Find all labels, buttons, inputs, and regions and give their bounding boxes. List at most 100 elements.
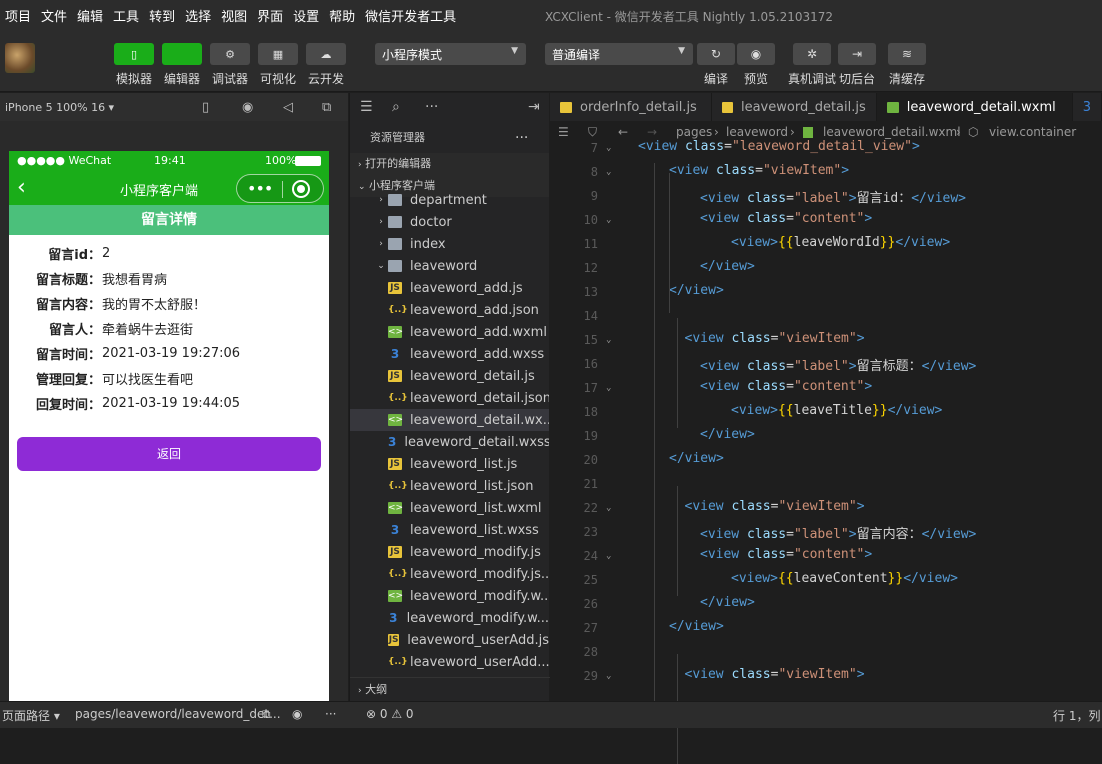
file-item[interactable]: JS leaveword_add.js — [350, 277, 549, 299]
forward-icon[interactable]: → — [647, 125, 657, 139]
back-icon[interactable]: ← — [618, 125, 628, 139]
project-avatar[interactable] — [5, 43, 35, 73]
back-button[interactable]: 返回 — [17, 437, 321, 471]
breadcrumb-symbol[interactable]: view.container — [989, 125, 1076, 139]
problems-indicator[interactable]: ⊗ 0 ⚠ 0 — [366, 707, 414, 721]
outline-section[interactable]: › 大纲 — [350, 677, 550, 701]
editor-tab[interactable]: leaveword_detail.wxml — [876, 93, 1073, 121]
code-token: </view> — [700, 259, 755, 274]
file-item[interactable]: JS leaveword_userAdd.js — [350, 629, 549, 651]
more-icon[interactable]: ··· — [325, 707, 336, 721]
code-line: <view class="viewItem"> — [685, 331, 865, 346]
menu-item[interactable]: 微信开发者工具 — [360, 6, 461, 25]
fold-chevron-icon[interactable]: ⌄ — [606, 671, 611, 681]
menu-item[interactable]: 视图 — [216, 6, 252, 25]
file-item[interactable]: <> leaveword_list.wxml — [350, 497, 549, 519]
phone-icon[interactable]: ▯ — [202, 100, 209, 115]
editor-tab[interactable]: orderInfo_detail.js — [550, 93, 712, 121]
code-toolbar-button[interactable]: 编辑器 — [162, 43, 202, 87]
file-item[interactable]: 3 leaveword_list.wxss — [350, 519, 549, 541]
file-item[interactable]: {..} leaveword_userAdd.... — [350, 651, 549, 673]
popout-icon[interactable]: ⧉ — [322, 100, 331, 115]
copy-icon[interactable]: ⧉ — [262, 707, 271, 722]
fold-chevron-icon[interactable]: ⌄ — [606, 215, 611, 225]
record-icon[interactable]: ◉ — [242, 100, 253, 115]
line-number: 21 — [583, 477, 598, 491]
file-item[interactable]: <> leaveword_detail.wx... — [350, 409, 549, 431]
wxss-file-icon[interactable]: 3 — [1073, 93, 1102, 121]
file-name: leaveword_detail.wxss — [404, 434, 549, 450]
search-icon[interactable]: ⌕ — [392, 99, 400, 115]
folder-item[interactable]: › doctor — [350, 211, 549, 233]
page-path-label[interactable]: 页面路径 ▾ — [2, 707, 60, 724]
menu-item[interactable]: 转到 — [144, 6, 180, 25]
close-circle-icon[interactable] — [292, 180, 310, 198]
file-item[interactable]: 3 leaveword_modify.w... — [350, 607, 549, 629]
collapse-icon[interactable]: ⇥ — [528, 99, 540, 115]
volume-icon[interactable]: ◁ — [283, 100, 293, 115]
editor-tab[interactable]: leaveword_detail.js — [712, 93, 877, 121]
file-item[interactable]: {..} leaveword_detail.json — [350, 387, 549, 409]
folder-item[interactable]: › index — [350, 233, 549, 255]
more-dots-icon[interactable]: ••• — [247, 179, 273, 198]
bug-toolbar-button[interactable]: ✲ 真机调试 — [788, 43, 836, 87]
file-item[interactable]: <> leaveword_modify.w... — [350, 585, 549, 607]
cloud-toolbar-button[interactable]: ☁ 云开发 — [306, 43, 346, 87]
code-token: }} — [887, 571, 904, 586]
explorer-more-icon[interactable]: ··· — [515, 123, 528, 153]
eye-icon[interactable]: ◉ — [292, 707, 302, 721]
menu-item[interactable]: 文件 — [36, 6, 72, 25]
file-item[interactable]: JS leaveword_detail.js — [350, 365, 549, 387]
breadcrumb-sep: › — [956, 125, 961, 139]
file-item[interactable]: JS leaveword_modify.js — [350, 541, 549, 563]
code-token: }} — [879, 235, 896, 250]
fold-chevron-icon[interactable]: ⌄ — [606, 143, 611, 153]
eye-toolbar-button[interactable]: ◉ 预览 — [737, 43, 775, 87]
open-editors-section[interactable]: › 打开的编辑器 — [350, 153, 549, 175]
file-item[interactable]: {..} leaveword_add.json — [350, 299, 549, 321]
code-token: leaveWordId — [793, 235, 880, 250]
menu-item[interactable]: 项目 — [0, 6, 36, 25]
list-icon[interactable]: ☰ — [558, 125, 569, 139]
menu-item[interactable]: 工具 — [108, 6, 144, 25]
bookmark-icon[interactable]: ⛉ — [588, 125, 597, 140]
menu-capsule[interactable]: ••• — [236, 174, 324, 203]
code-token: = — [786, 191, 794, 206]
breadcrumb-pages[interactable]: pages — [676, 125, 712, 139]
code-line: <view class="content"> — [700, 379, 872, 394]
refresh-toolbar-button[interactable]: ↻ 编译 — [697, 43, 735, 87]
menu-item[interactable]: 帮助 — [324, 6, 360, 25]
fold-chevron-icon[interactable]: ⌄ — [606, 503, 611, 513]
fold-chevron-icon[interactable]: ⌄ — [606, 383, 611, 393]
folder-item[interactable]: › department — [350, 189, 549, 211]
file-item[interactable]: 3 leaveword_detail.wxss — [350, 431, 549, 453]
layout-toolbar-button[interactable]: ▦ 可视化 — [258, 43, 298, 87]
file-item[interactable]: JS leaveword_list.js — [350, 453, 549, 475]
menu-item[interactable]: 编辑 — [72, 6, 108, 25]
code-token: class — [746, 211, 787, 226]
compile-select[interactable]: 普通编译 ▼ — [545, 43, 693, 65]
file-item[interactable]: {..} leaveword_list.json — [350, 475, 549, 497]
debug-toolbar-button[interactable]: ⚙ 调试器 — [210, 43, 250, 87]
code-editor[interactable]: 7 ⌄ <view class="leaveword_detail_view"> 8 ⌄… — [550, 139, 1102, 764]
device-select[interactable]: iPhone 5 100% 16 ▾ — [5, 101, 114, 114]
detail-value: 牵着蜗牛去逛街 — [102, 323, 194, 338]
file-item[interactable]: 3 leaveword_add.wxss — [350, 343, 549, 365]
folder-item[interactable]: ⌄ leaveword — [350, 255, 549, 277]
fold-chevron-icon[interactable]: ⌄ — [606, 167, 611, 177]
file-item[interactable]: <> leaveword_add.wxml — [350, 321, 549, 343]
fold-chevron-icon[interactable]: ⌄ — [606, 335, 611, 345]
more-icon[interactable]: ··· — [425, 99, 438, 115]
menu-item[interactable]: 设置 — [288, 6, 324, 25]
file-item[interactable]: {..} leaveword_modify.js... — [350, 563, 549, 585]
phone-toolbar-button[interactable]: ▯ 模拟器 — [114, 43, 154, 87]
breadcrumb-file[interactable]: leaveword_detail.wxml — [823, 125, 961, 139]
mode-select[interactable]: 小程序模式 ▼ — [375, 43, 526, 65]
breadcrumb-folder[interactable]: leaveword — [726, 125, 788, 139]
menu-item[interactable]: 选择 — [180, 6, 216, 25]
switch-toolbar-button[interactable]: ⇥ 切后台 — [838, 43, 876, 87]
menu-item[interactable]: 界面 — [252, 6, 288, 25]
list-icon[interactable]: ☰ — [360, 99, 373, 115]
fold-chevron-icon[interactable]: ⌄ — [606, 551, 611, 561]
layers-toolbar-button[interactable]: ≋ 清缓存 — [888, 43, 926, 87]
